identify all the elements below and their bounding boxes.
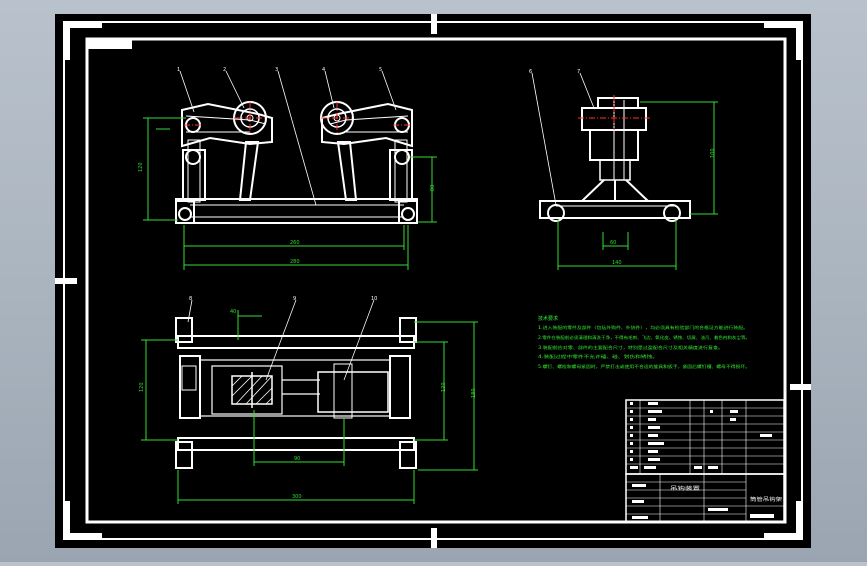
cad-viewport[interactable]: 260 280 120 80 1 2 3 4 5 60 140 100 6 7 300… bbox=[0, 0, 867, 562]
svg-text:6: 6 bbox=[529, 69, 532, 75]
svg-text:7: 7 bbox=[577, 69, 580, 75]
svg-text:10: 10 bbox=[371, 296, 377, 302]
svg-text:3: 3 bbox=[275, 67, 278, 73]
svg-text:2: 2 bbox=[223, 67, 226, 73]
drawing-title: 筒管吊钩架 bbox=[750, 496, 782, 503]
svg-text:180: 180 bbox=[471, 388, 477, 398]
note-line: 4.装配过程中零件不允许磕、碰、划伤和锈蚀。 bbox=[538, 353, 658, 359]
svg-text:1: 1 bbox=[177, 67, 180, 73]
svg-text:4: 4 bbox=[322, 67, 325, 73]
svg-text:90: 90 bbox=[294, 456, 300, 462]
svg-text:140: 140 bbox=[612, 260, 622, 266]
svg-text:120: 120 bbox=[441, 382, 447, 392]
svg-text:120: 120 bbox=[139, 382, 145, 392]
svg-text:100: 100 bbox=[710, 148, 716, 158]
note-line: 3.装配前应对零、部件的主要配合尺寸，特别是过盈配合尺寸及相关精度进行复查。 bbox=[538, 344, 723, 350]
svg-text:260: 260 bbox=[290, 240, 300, 246]
note-line: 1.进入装配的零件及部件（包括外购件、外协件），均必须具有检验部门的合格证方能进… bbox=[538, 324, 748, 330]
note-line: 2.零件在装配前必须清理和清洗干净，不得有毛刺、飞边、氧化皮、锈蚀、切屑、油污、… bbox=[538, 334, 750, 340]
drawing-canvas: 260 280 120 80 1 2 3 4 5 60 140 100 6 7 300… bbox=[55, 14, 811, 548]
drawing-number: 吊钩装置 bbox=[670, 485, 700, 492]
svg-text:40: 40 bbox=[230, 309, 236, 315]
svg-text:300: 300 bbox=[292, 494, 302, 500]
svg-text:80: 80 bbox=[430, 185, 436, 191]
svg-text:9: 9 bbox=[293, 296, 296, 302]
note-line: 5.螺钉、螺栓和螺母紧固时，严禁打击或使用不合适的旋具和扳手，紧固后螺钉槽、螺母… bbox=[538, 363, 750, 369]
svg-text:280: 280 bbox=[290, 259, 300, 265]
svg-text:8: 8 bbox=[189, 296, 192, 302]
svg-text:120: 120 bbox=[138, 162, 144, 172]
notes-heading: 技术要求 bbox=[538, 315, 558, 322]
svg-text:60: 60 bbox=[610, 240, 616, 246]
svg-text:5: 5 bbox=[379, 67, 382, 73]
